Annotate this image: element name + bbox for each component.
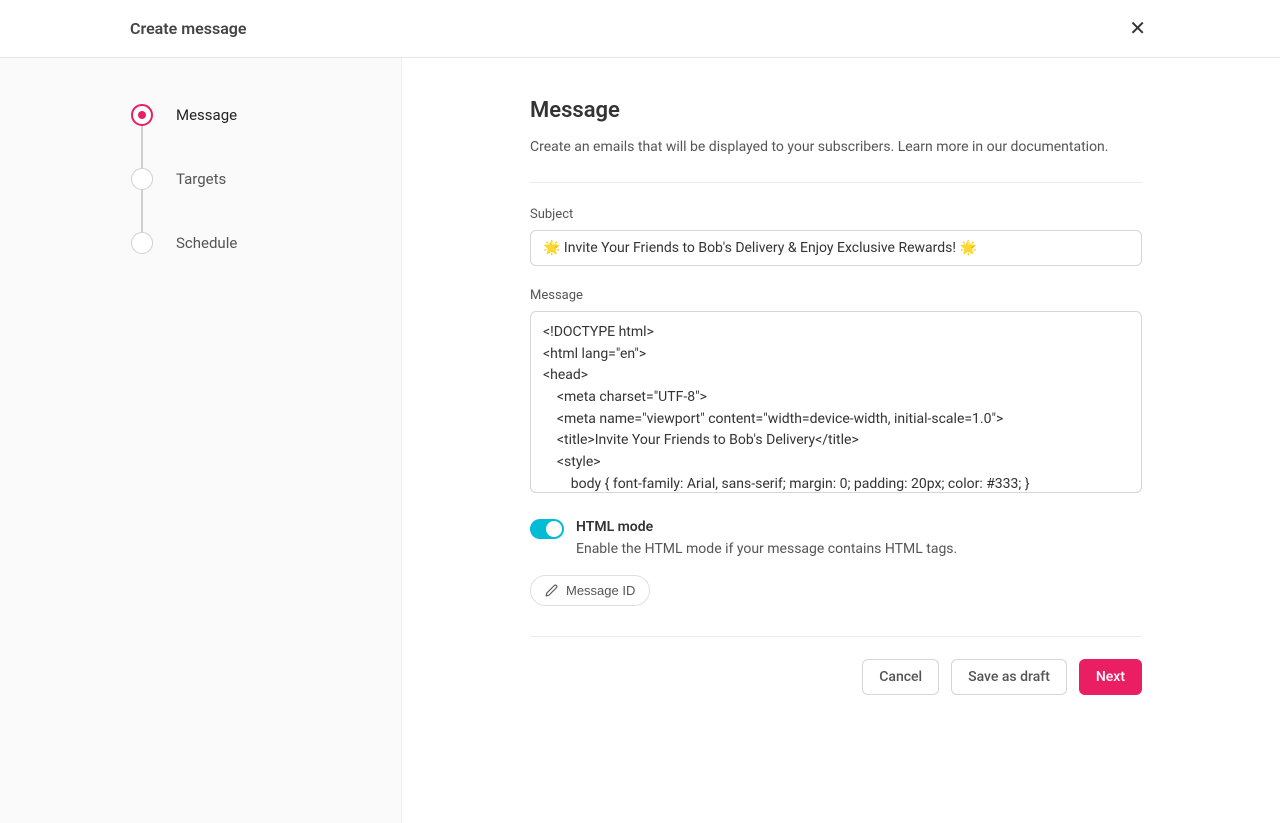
- main-content: Message Create an emails that will be di…: [402, 58, 1280, 823]
- message-field-group: Message: [530, 288, 1142, 497]
- cancel-button[interactable]: Cancel: [862, 659, 939, 695]
- html-mode-row: HTML mode Enable the HTML mode if your m…: [530, 519, 1142, 557]
- close-button[interactable]: ✕: [1125, 16, 1150, 41]
- step-connector: [141, 126, 143, 168]
- pencil-icon: [545, 584, 558, 597]
- message-textarea[interactable]: [530, 311, 1142, 493]
- step-label: Schedule: [176, 234, 237, 252]
- step-targets[interactable]: Targets: [130, 168, 401, 232]
- step-indicator-icon: [131, 232, 153, 254]
- message-label: Message: [530, 288, 1142, 303]
- html-mode-toggle[interactable]: [530, 519, 564, 539]
- subject-field-group: Subject: [530, 207, 1142, 266]
- message-id-label: Message ID: [566, 583, 635, 598]
- step-label: Message: [176, 106, 237, 124]
- footer-actions: Cancel Save as draft Next: [530, 659, 1142, 695]
- steps-list: Message Targets Schedule: [130, 104, 401, 254]
- divider: [530, 182, 1142, 183]
- step-schedule[interactable]: Schedule: [130, 232, 401, 254]
- step-label: Targets: [176, 170, 226, 188]
- modal-body: Message Targets Schedule: [0, 58, 1280, 823]
- step-connector: [141, 190, 143, 232]
- html-mode-description: Enable the HTML mode if your message con…: [576, 541, 957, 557]
- close-icon: ✕: [1129, 18, 1146, 40]
- step-indicator-active-icon: [131, 104, 153, 126]
- message-id-button[interactable]: Message ID: [530, 575, 650, 606]
- step-message[interactable]: Message: [130, 104, 401, 168]
- next-button[interactable]: Next: [1079, 659, 1142, 695]
- panel-description: Create an emails that will be displayed …: [530, 137, 1142, 158]
- panel-title: Message: [530, 98, 1142, 123]
- modal-title: Create message: [130, 19, 247, 38]
- save-as-draft-button[interactable]: Save as draft: [951, 659, 1067, 695]
- html-mode-title: HTML mode: [576, 519, 957, 535]
- subject-input[interactable]: [530, 230, 1142, 266]
- modal-header: Create message ✕: [0, 0, 1280, 58]
- steps-sidebar: Message Targets Schedule: [0, 58, 402, 823]
- footer-divider: [530, 636, 1142, 637]
- subject-label: Subject: [530, 207, 1142, 222]
- step-indicator-icon: [131, 168, 153, 190]
